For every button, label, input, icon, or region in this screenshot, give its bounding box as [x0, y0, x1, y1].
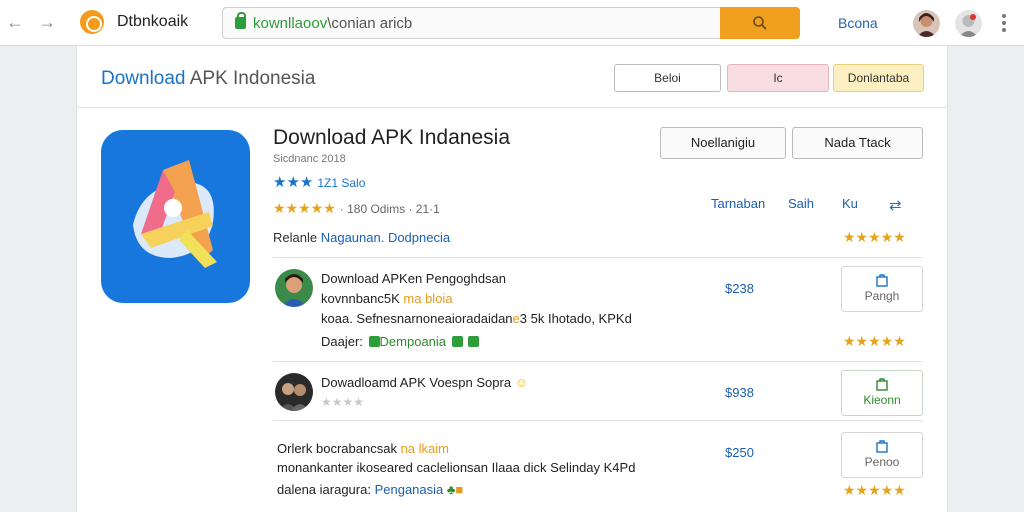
gold-rating: ★★★★★ · 180 Odims · 21·1: [273, 200, 440, 216]
row-action-button[interactable]: Pangh: [841, 266, 923, 312]
tag-icon: [368, 336, 380, 347]
list-item-line: Daajer: Dempoania: [321, 334, 480, 349]
tag-icon: [451, 336, 463, 347]
avatar[interactable]: [913, 10, 940, 37]
site-logo-icon[interactable]: [80, 10, 104, 34]
browser-toolbar: ← → Dtbnkoaik kownllaoov\conian aricb Bc…: [0, 0, 1024, 46]
bag-icon: [876, 378, 888, 391]
menu-dots-icon[interactable]: [1000, 12, 1008, 34]
app-title: Download APK Indanesia: [273, 126, 510, 149]
site-name[interactable]: Dtbnkoaik: [117, 13, 188, 31]
star-icon: ★★★★: [321, 395, 365, 409]
url-input[interactable]: kownllaoov\conian aricb: [222, 7, 722, 39]
star-icon: ★★★★★: [843, 229, 906, 245]
row-action-button[interactable]: Penoo: [841, 432, 923, 478]
bag-icon: [876, 274, 888, 287]
option-button-2[interactable]: Nada Ttack: [792, 127, 923, 159]
column-header-3[interactable]: Ku: [842, 196, 858, 211]
price: $250: [725, 445, 754, 460]
app-subtitle: Sicdnanc 2018: [273, 153, 346, 165]
avatar: [275, 269, 313, 307]
avatar[interactable]: [955, 10, 982, 37]
list-item-line: koaa. Sefnesnarnoneaioradaidane3 5k Ihot…: [321, 311, 632, 326]
column-header-1[interactable]: Tarnaban: [711, 196, 765, 211]
header-button-1[interactable]: Beloi: [614, 64, 721, 92]
star-icon: ★★★: [273, 174, 314, 191]
option-button-1[interactable]: Noellanigiu: [660, 127, 786, 159]
list-item-title[interactable]: Orlerk bocrabancsak na lkaim: [277, 441, 449, 456]
star-icon: ★★★★★: [843, 482, 906, 498]
blue-rating: ★★★ 1Z1 Salo: [273, 174, 366, 191]
row-action-button[interactable]: Kieonn: [841, 370, 923, 416]
divider: [273, 257, 923, 258]
list-item-line: dalena iaragura: Penganasia ♣■: [277, 482, 464, 497]
forward-arrow-icon[interactable]: →: [36, 11, 58, 33]
share-icon[interactable]: ⇄: [889, 196, 902, 214]
lock-icon: [235, 12, 246, 29]
related-link[interactable]: Nagaunan. Dodpnecia: [321, 230, 450, 245]
list-item-title[interactable]: Download APKen Pengoghdsan: [321, 271, 506, 286]
avatar: [275, 373, 313, 411]
divider: [273, 420, 923, 421]
divider: [273, 361, 923, 362]
list-item-line: kovnnbanc5K ma bloia: [321, 291, 453, 306]
related-info: Relanle Nagaunan. Dodpnecia: [273, 230, 451, 245]
page-header: Download APK Indonesia Beloi Ic Donlanta…: [77, 46, 949, 108]
price: $238: [725, 281, 754, 296]
price: $938: [725, 385, 754, 400]
list-item-line: monankanter ikoseared caclelionsan Ilaaa…: [277, 460, 636, 475]
tag-icon: [468, 336, 480, 347]
column-header-2[interactable]: Saih: [788, 196, 814, 211]
header-button-2[interactable]: Ic: [727, 64, 829, 92]
star-icon: ★★★★★: [273, 200, 336, 216]
back-arrow-icon[interactable]: ←: [4, 11, 26, 33]
search-button[interactable]: [720, 7, 800, 39]
search-icon: [753, 16, 767, 30]
bag-icon: [876, 440, 888, 453]
list-item-title[interactable]: Dowadloamd APK Voespn Sopra ☺: [321, 375, 528, 390]
header-button-3[interactable]: Donlantaba: [833, 64, 924, 92]
star-icon: ★★★★★: [843, 333, 906, 349]
app-icon: [101, 130, 250, 303]
url-text: kownllaoov\conian aricb: [253, 15, 413, 32]
top-nav-link[interactable]: Bcona: [838, 15, 878, 31]
page-title: Download APK Indonesia: [101, 68, 316, 89]
content-card: Download APK Indonesia Beloi Ic Donlanta…: [76, 46, 949, 512]
